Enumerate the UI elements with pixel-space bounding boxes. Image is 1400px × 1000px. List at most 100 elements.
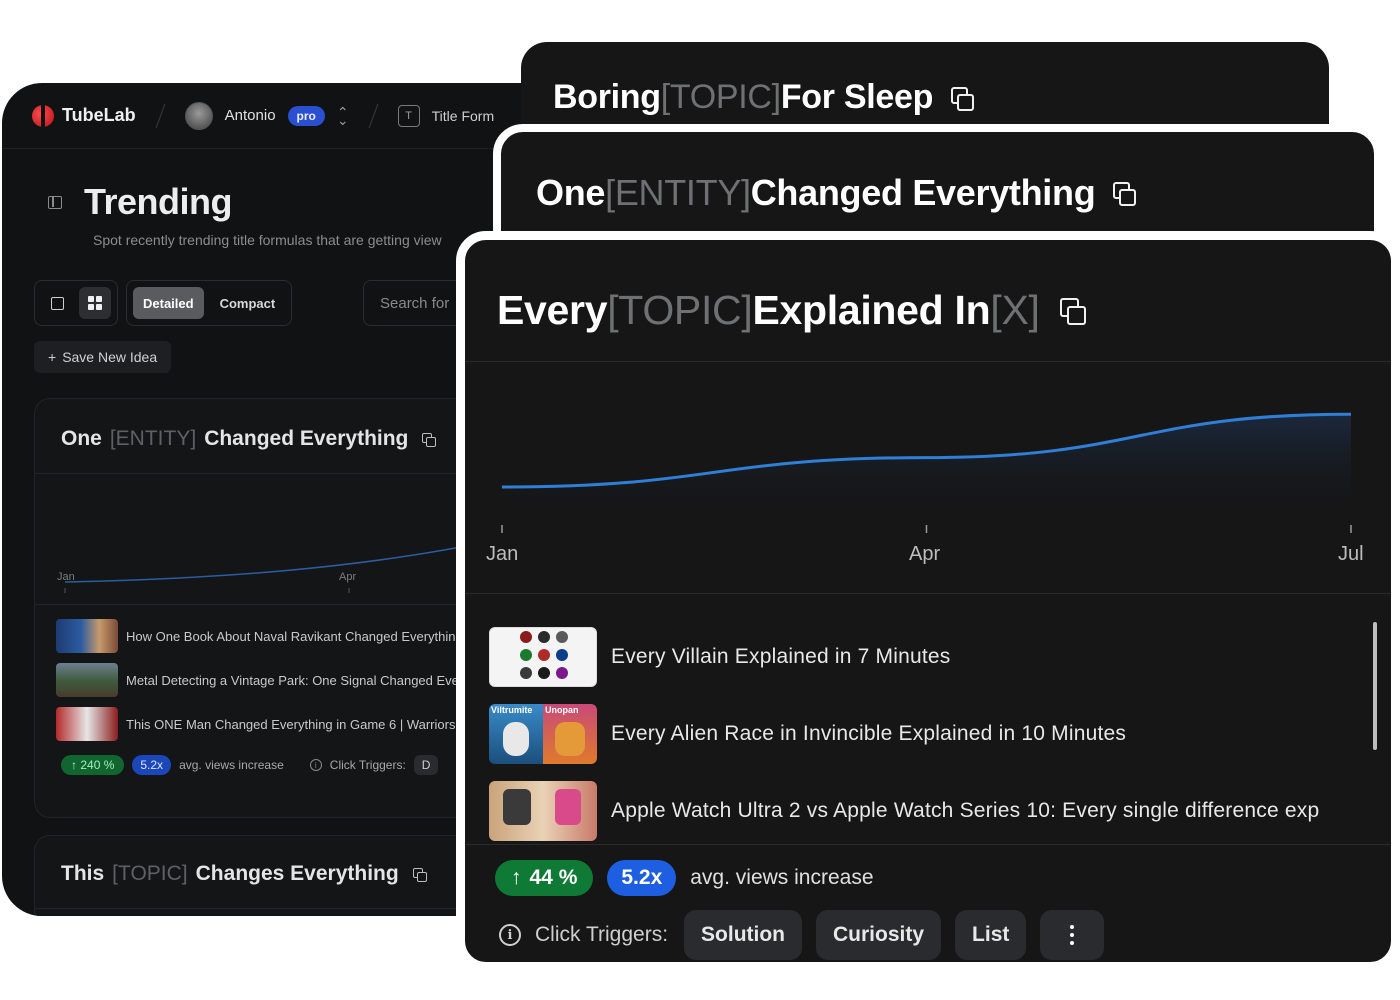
stats-row: ↑ 240 % 5.2x avg. views increase i Click… xyxy=(61,755,439,775)
brand-name: TubeLab xyxy=(62,105,136,125)
title-placeholder: [ENTITY] xyxy=(109,427,197,450)
trigger-chip-curiosity[interactable]: Curiosity xyxy=(816,910,942,960)
growth-value: 44 % xyxy=(529,866,578,889)
x-tick-label: Jan xyxy=(57,571,75,583)
alien-face-icon xyxy=(503,722,529,756)
compact-button[interactable]: Compact xyxy=(210,287,286,319)
card-title: Every [TOPIC] Explained In [X] xyxy=(497,287,1086,334)
copy-icon[interactable] xyxy=(1059,297,1086,325)
sidebar-toggle-icon[interactable] xyxy=(48,195,62,209)
title-text: Changed Everything xyxy=(204,427,409,450)
more-options-icon[interactable] xyxy=(1040,910,1105,960)
chevron-updown-icon[interactable]: ⌃ ⌄ xyxy=(337,105,349,127)
breadcrumb-separator xyxy=(155,103,166,128)
title-text: One xyxy=(61,427,102,450)
title-text: For Sleep xyxy=(780,78,934,116)
thumbnail-caption: Viltrumite xyxy=(491,705,533,715)
grid-view-button[interactable] xyxy=(79,287,111,319)
trend-chart xyxy=(501,412,1352,533)
layout-toggle xyxy=(34,280,118,326)
stat-label: avg. views increase xyxy=(179,758,284,772)
click-triggers-label: Click Triggers: xyxy=(329,758,406,772)
video-thumbnail xyxy=(56,619,118,653)
trigger-chip-solution[interactable]: Solution xyxy=(684,910,803,960)
copy-icon[interactable] xyxy=(422,433,437,447)
watch-icon xyxy=(503,789,531,825)
section-label[interactable]: Title Form xyxy=(432,108,494,124)
list-item[interactable]: Apple Watch Ultra 2 vs Apple Watch Serie… xyxy=(489,781,1319,841)
x-tick-label: Jul xyxy=(1338,543,1364,565)
view-toolbar: Detailed Compact xyxy=(34,280,293,326)
arrow-up-icon: ↑ xyxy=(511,866,522,889)
stat-label: avg. views increase xyxy=(690,866,874,889)
divider xyxy=(35,473,522,474)
video-title: Every Villain Explained in 7 Minutes xyxy=(611,645,951,668)
video-thumbnail xyxy=(56,663,118,697)
list-item[interactable]: Metal Detecting a Vintage Park: One Sign… xyxy=(56,663,459,697)
x-tick-label: Jan xyxy=(486,543,519,565)
user-name[interactable]: Antonio xyxy=(225,107,276,124)
divider xyxy=(35,604,522,605)
multiplier-badge: 5.2x xyxy=(607,860,677,896)
list-item[interactable]: Every Villain Explained in 7 Minutes xyxy=(489,627,951,687)
info-icon[interactable]: i xyxy=(499,924,521,946)
video-title: This ONE Man Changed Everything in Game … xyxy=(126,716,456,732)
plan-badge: pro xyxy=(287,105,325,126)
square-icon xyxy=(50,296,64,310)
divider xyxy=(35,908,522,909)
trigger-chip[interactable]: D xyxy=(413,755,439,775)
trigger-chip-list[interactable]: List xyxy=(955,910,1027,960)
growth-badge: ↑ 240 % xyxy=(61,755,125,775)
title-placeholder: [TOPIC] xyxy=(112,862,188,885)
list-item[interactable]: Viltrumite Unopan Every Alien Race in In… xyxy=(489,704,1126,764)
list-item[interactable]: How One Book About Naval Ravikant Change… xyxy=(56,619,456,653)
alien-face-icon xyxy=(555,722,585,756)
stage: TubeLab Antonio pro ⌃ ⌄ T Title Form Tren… xyxy=(0,0,1400,1000)
mini-trend-chart xyxy=(64,538,501,593)
title-placeholder: [ENTITY] xyxy=(605,172,751,213)
title-placeholder: [TOPIC] xyxy=(607,287,753,333)
formula-card[interactable]: One [ENTITY] Changed Everything Jan Apr … xyxy=(34,398,522,818)
list-item[interactable]: This ONE Man Changed Everything in Game … xyxy=(56,707,455,741)
copy-icon[interactable] xyxy=(412,868,427,882)
detailed-button[interactable]: Detailed xyxy=(133,287,204,319)
brand-logo[interactable]: TubeLab xyxy=(32,104,136,127)
title-text: Changes Everything xyxy=(195,862,399,885)
growth-value: 240 % xyxy=(80,758,115,772)
title-text: Changed Everything xyxy=(750,172,1096,213)
list-view-button[interactable] xyxy=(41,287,73,319)
formula-card[interactable]: This [TOPIC] Changes Everything xyxy=(34,835,522,916)
video-thumbnail xyxy=(489,627,597,687)
multiplier-badge: 5.2x xyxy=(132,755,172,775)
growth-badge: ↑ 44 % xyxy=(495,860,594,896)
click-triggers-label: Click Triggers: xyxy=(535,923,669,946)
formula-card-front[interactable]: Every [TOPIC] Explained In [X] Jan Apr J… xyxy=(456,231,1400,971)
title-text: Every xyxy=(497,287,608,333)
thumbnail-right-panel: Unopan xyxy=(543,704,597,764)
title-placeholder: [X] xyxy=(990,287,1040,333)
video-title: Every Alien Race in Invincible Explained… xyxy=(611,722,1127,745)
list-scrollbar[interactable] xyxy=(1373,622,1377,750)
video-thumbnail xyxy=(489,781,597,841)
save-new-idea-label: Save New Idea xyxy=(62,349,158,365)
info-icon[interactable]: i xyxy=(309,759,322,771)
detail-toggle: Detailed Compact xyxy=(126,280,293,326)
title-text: One xyxy=(536,172,606,213)
copy-icon[interactable] xyxy=(1113,182,1137,206)
app-window: TubeLab Antonio pro ⌃ ⌄ T Title Form Tren… xyxy=(2,83,522,916)
avatar[interactable] xyxy=(184,101,213,130)
tubelab-logo-icon xyxy=(32,104,54,127)
watch-icon xyxy=(555,789,581,825)
divider xyxy=(465,361,1391,362)
stats-row: ↑ 44 % 5.2x avg. views increase xyxy=(495,860,874,896)
page-header: Trending xyxy=(48,181,233,223)
save-new-idea-button[interactable]: + Save New Idea xyxy=(34,341,172,373)
card-title: This [TOPIC] Changes Everything xyxy=(61,862,427,886)
x-tick-label: Apr xyxy=(339,571,357,583)
divider xyxy=(465,593,1391,594)
card-title: One [ENTITY] Changed Everything xyxy=(61,427,437,451)
x-tick-label: Apr xyxy=(909,543,941,565)
copy-icon[interactable] xyxy=(951,86,975,111)
title-text: Explained In xyxy=(752,287,991,333)
thumbnail-caption: Unopan xyxy=(545,705,579,715)
